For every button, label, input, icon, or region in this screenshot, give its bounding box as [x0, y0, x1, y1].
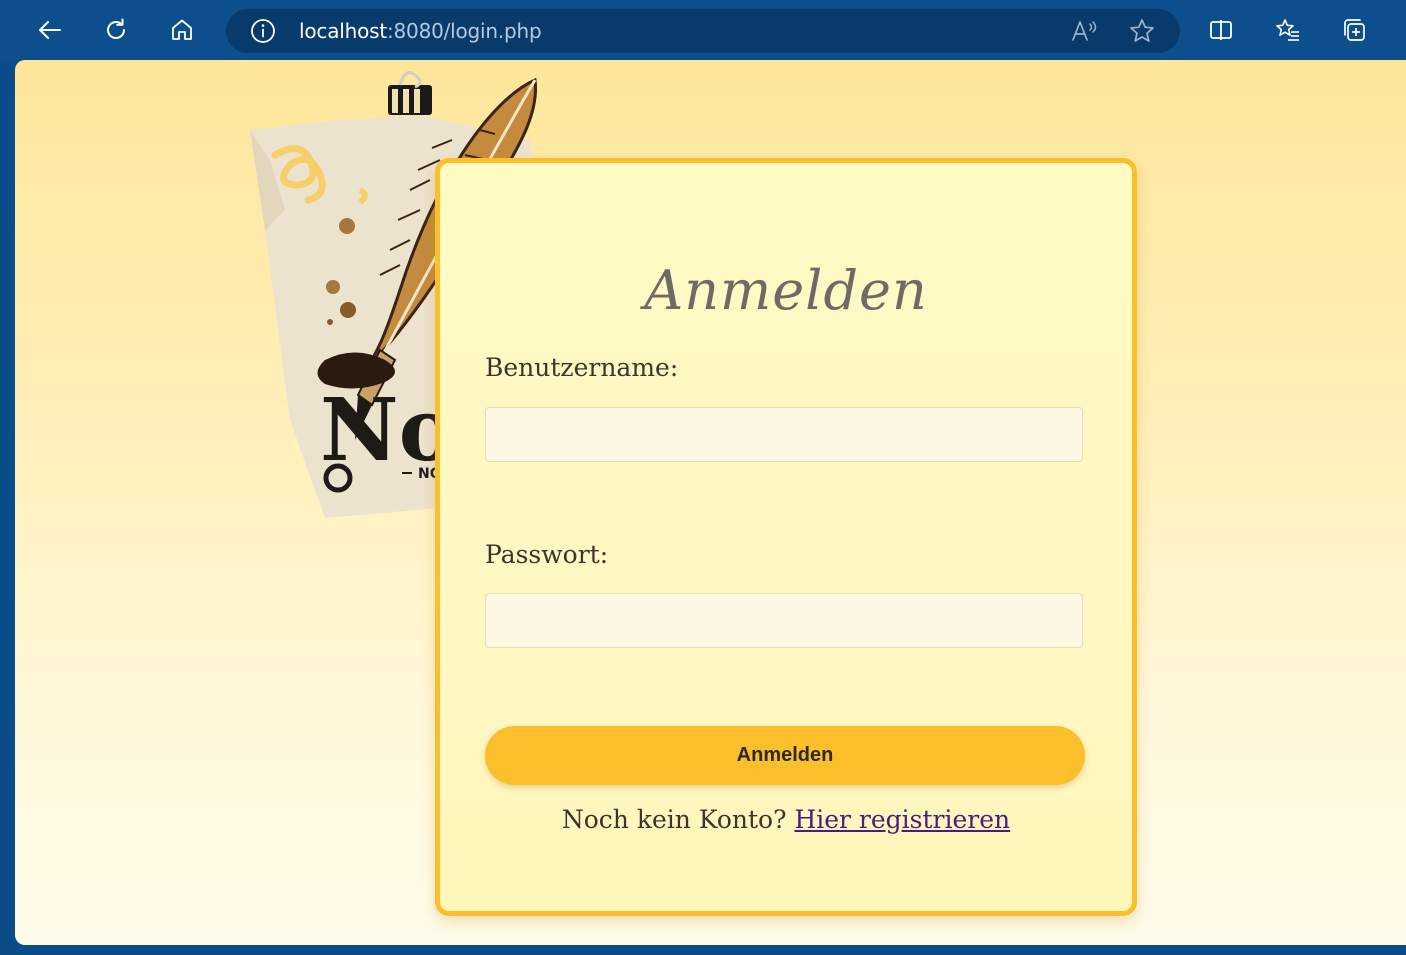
back-button[interactable] — [32, 12, 68, 48]
browser-window: localhost:8080/login.php No NO Anmelden … — [0, 0, 1406, 955]
favorites-button[interactable] — [1270, 12, 1306, 48]
username-label: Benutzername: — [485, 353, 679, 382]
login-card: Anmelden Benutzername: Passwort: Anmelde… — [435, 158, 1137, 916]
refresh-button[interactable] — [98, 12, 134, 48]
browser-bottom-frame — [0, 945, 1406, 955]
split-screen-icon — [1210, 20, 1232, 40]
favorite-star-icon[interactable] — [1128, 17, 1156, 45]
login-submit-button[interactable]: Anmelden — [485, 726, 1085, 785]
url-host: localhost — [299, 19, 387, 43]
url-text[interactable]: localhost:8080/login.php — [299, 18, 542, 44]
username-input[interactable] — [485, 407, 1083, 462]
url-path: :8080/login.php — [386, 19, 542, 43]
read-aloud-icon[interactable] — [1070, 18, 1098, 44]
home-button[interactable] — [164, 12, 200, 48]
favorites-list-icon — [1276, 19, 1299, 41]
address-bar[interactable]: localhost:8080/login.php — [226, 9, 1180, 53]
page-title: Anmelden — [644, 259, 928, 322]
browser-toolbar: localhost:8080/login.php — [0, 0, 1406, 62]
refresh-icon — [107, 18, 125, 39]
split-screen-button[interactable] — [1203, 12, 1239, 48]
arrow-left-icon — [39, 21, 61, 39]
page-viewport: No NO Anmelden Benutzername: Passwort: A… — [15, 60, 1406, 945]
collections-button[interactable] — [1337, 12, 1373, 48]
register-prompt-line: Noch kein Konto? Hier registrieren — [440, 805, 1132, 834]
register-prompt-text: Noch kein Konto? — [561, 805, 795, 834]
register-link[interactable]: Hier registrieren — [794, 805, 1010, 834]
password-input[interactable] — [485, 593, 1083, 648]
info-icon[interactable] — [250, 18, 276, 44]
collections-icon — [1344, 19, 1365, 41]
home-icon — [172, 19, 192, 40]
password-label: Passwort: — [485, 540, 609, 569]
